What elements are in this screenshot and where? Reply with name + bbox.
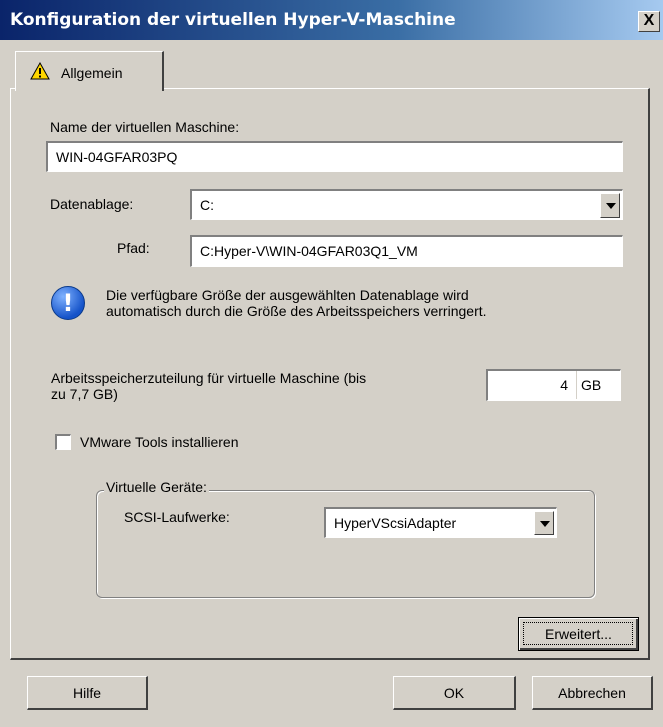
chevron-down-icon[interactable] xyxy=(600,193,620,218)
tab-allgemein[interactable]: Allgemein xyxy=(15,51,164,91)
scsi-value: HyperVScsiAdapter xyxy=(334,515,457,531)
vmware-tools-checkbox[interactable] xyxy=(55,434,71,450)
info-icon: ! xyxy=(51,286,85,320)
info-text-line2: automatisch durch die Größe des Arbeitss… xyxy=(106,303,487,319)
datastore-select[interactable]: C: xyxy=(190,189,623,220)
memory-label-line1: Arbeitsspeicherzuteilung für virtuelle M… xyxy=(51,370,367,386)
vm-name-label: Name der virtuellen Maschine: xyxy=(50,119,240,135)
title-bar: Konfiguration der virtuellen Hyper-V-Mas… xyxy=(0,0,663,40)
scsi-select[interactable]: HyperVScsiAdapter xyxy=(324,507,557,538)
close-button[interactable]: X xyxy=(638,11,660,32)
vmware-tools-label[interactable]: VMware Tools installieren xyxy=(80,434,238,450)
virtual-devices-legend: Virtuelle Geräte: xyxy=(104,479,209,495)
focus-rect xyxy=(523,622,633,645)
datastore-value: C: xyxy=(200,197,214,213)
help-button[interactable]: Hilfe xyxy=(27,676,148,710)
path-input[interactable]: C:Hyper-V\WIN-04GFAR03Q1_VM xyxy=(190,235,623,267)
tab-label: Allgemein xyxy=(61,65,123,81)
memory-value: 4 xyxy=(560,377,568,393)
memory-unit: GB xyxy=(576,371,601,399)
window-title: Konfiguration der virtuellen Hyper-V-Mas… xyxy=(10,10,456,30)
advanced-button[interactable]: Erweitert... xyxy=(518,617,639,651)
chevron-down-icon[interactable] xyxy=(534,511,554,535)
ok-button[interactable]: OK xyxy=(393,676,516,710)
memory-label-line2: zu 7,7 GB) xyxy=(51,386,118,402)
datastore-label: Datenablage: xyxy=(50,196,134,212)
path-label: Pfad: xyxy=(117,240,150,256)
memory-input[interactable]: 4 GB xyxy=(486,369,621,401)
scsi-label: SCSI-Laufwerke: xyxy=(124,509,230,525)
vm-name-input[interactable]: WIN-04GFAR03PQ xyxy=(46,141,623,172)
info-text-line1: Die verfügbare Größe der ausgewählten Da… xyxy=(106,287,469,303)
cancel-button[interactable]: Abbrechen xyxy=(532,676,653,710)
warning-icon xyxy=(30,62,50,80)
